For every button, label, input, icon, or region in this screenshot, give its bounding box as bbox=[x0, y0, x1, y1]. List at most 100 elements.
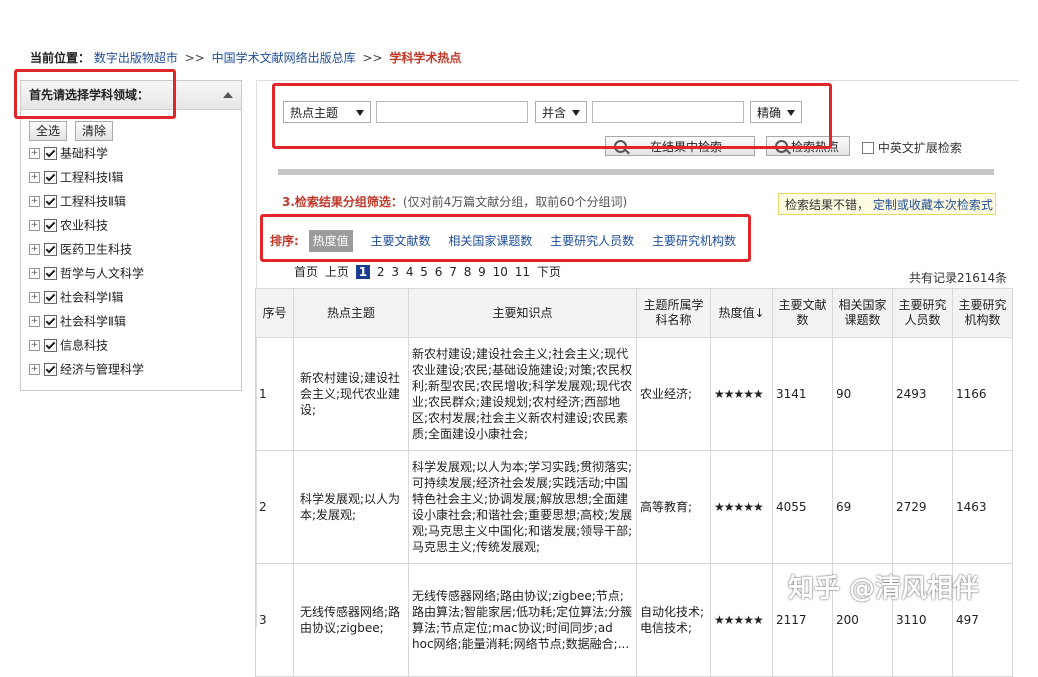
expand-plus-icon[interactable]: + bbox=[29, 316, 40, 327]
logic-select[interactable]: 并含 bbox=[535, 101, 587, 123]
header-heat[interactable]: 热度值↓ bbox=[710, 288, 773, 338]
subject-checkbox[interactable] bbox=[44, 363, 57, 376]
page-link[interactable]: 11 bbox=[515, 265, 530, 279]
cell-points: 科学发展观;以人为本;学习实践;贯彻落实;可持续发展;经济社会发展;实践活动;中… bbox=[408, 450, 637, 564]
expand-plus-icon[interactable]: + bbox=[29, 196, 40, 207]
expand-search-label: 中英文扩展检索 bbox=[877, 141, 962, 155]
breadcrumb-link-academic-library[interactable]: 中国学术文献网络出版总库 bbox=[212, 51, 356, 65]
header-points: 主要知识点 bbox=[408, 288, 637, 338]
expand-plus-icon[interactable]: + bbox=[29, 268, 40, 279]
dropdown-arrow-icon bbox=[572, 110, 580, 116]
sort-by-documents[interactable]: 主要文献数 bbox=[370, 230, 430, 252]
page-link[interactable]: 7 bbox=[449, 265, 457, 279]
search-input-1[interactable] bbox=[376, 101, 528, 123]
subject-item[interactable]: + 哲学与人文科学 bbox=[29, 261, 144, 285]
subject-checkbox[interactable] bbox=[44, 291, 57, 304]
page-link[interactable]: 2 bbox=[377, 265, 385, 279]
expand-search-checkbox[interactable] bbox=[862, 141, 874, 154]
sort-by-heat[interactable]: 热度值 bbox=[308, 230, 353, 252]
search-field-select[interactable]: 热点主题 bbox=[283, 101, 371, 123]
cell-no: 3 bbox=[255, 563, 294, 677]
subject-checkbox[interactable] bbox=[44, 219, 57, 232]
first-page-link[interactable]: 首页 bbox=[294, 265, 318, 279]
subject-item[interactable]: + 工程科技Ⅰ辑 bbox=[29, 165, 144, 189]
header-topic: 热点主题 bbox=[293, 288, 409, 338]
cell-subject: 农业经济; bbox=[636, 337, 711, 451]
expand-plus-icon[interactable]: + bbox=[29, 244, 40, 255]
next-page-link[interactable]: 下页 bbox=[537, 265, 561, 279]
subject-panel-header[interactable]: 首先请选择学科领域： bbox=[21, 81, 241, 110]
subject-item[interactable]: + 医药卫生科技 bbox=[29, 237, 144, 261]
cell-no: 1 bbox=[255, 337, 294, 451]
header-no: 序号 bbox=[255, 288, 294, 338]
expand-plus-icon[interactable]: + bbox=[29, 220, 40, 231]
subject-item[interactable]: + 工程科技Ⅱ辑 bbox=[29, 189, 144, 213]
subject-checkbox[interactable] bbox=[44, 243, 57, 256]
subject-panel: 首先请选择学科领域： 全选 清除 + 基础科学 + 工程科技Ⅰ辑 + 工程科技Ⅱ辑 +… bbox=[20, 80, 242, 391]
collapse-triangle-icon[interactable] bbox=[223, 92, 233, 98]
page-link[interactable]: 8 bbox=[464, 265, 472, 279]
subject-checkbox[interactable] bbox=[44, 195, 57, 208]
subject-checkbox[interactable] bbox=[44, 171, 57, 184]
subject-checkbox[interactable] bbox=[44, 315, 57, 328]
horizontal-scrollbar[interactable] bbox=[278, 169, 994, 175]
expand-plus-icon[interactable]: + bbox=[29, 292, 40, 303]
page-link[interactable]: 3 bbox=[391, 265, 399, 279]
cell-topic-link[interactable]: 新农村建设;建设社会主义;现代农业建设; bbox=[293, 337, 409, 451]
dropdown-arrow-icon bbox=[356, 110, 364, 116]
sort-by-researchers[interactable]: 主要研究人员数 bbox=[550, 230, 634, 252]
watermark: 知乎 @清风相伴 bbox=[788, 574, 980, 604]
header-researchers: 主要研究人员数 bbox=[892, 288, 953, 338]
sort-bar: 排序: 热度值 主要文献数 相关国家课题数 主要研究人员数 主要研究机构数 bbox=[270, 230, 750, 252]
page-link[interactable]: 4 bbox=[406, 265, 414, 279]
cell-topic-link[interactable]: 科学发展观;以人为本;发展观; bbox=[293, 450, 409, 564]
expand-plus-icon[interactable]: + bbox=[29, 364, 40, 375]
subject-checkbox[interactable] bbox=[44, 267, 57, 280]
page-link[interactable]: 6 bbox=[435, 265, 443, 279]
header-subject: 主题所属学科名称 bbox=[636, 288, 711, 338]
group-filter-heading: 3.检索结果分组筛选： bbox=[282, 195, 403, 209]
subject-checkbox[interactable] bbox=[44, 147, 57, 160]
search-in-results-button[interactable]: 在结果中检索 bbox=[605, 136, 755, 156]
expand-search-option[interactable]: 中英文扩展检索 bbox=[862, 139, 962, 156]
subject-item[interactable]: + 信息科技 bbox=[29, 333, 144, 357]
custom-search-link[interactable]: 定制或收藏本次检索式 bbox=[873, 198, 993, 212]
subject-item[interactable]: + 社会科学Ⅰ辑 bbox=[29, 285, 144, 309]
page-link[interactable]: 10 bbox=[493, 265, 508, 279]
header-projects: 相关国家课题数 bbox=[832, 288, 893, 338]
page-link[interactable]: 5 bbox=[420, 265, 428, 279]
cell-subject: 自动化技术;电信技术; bbox=[636, 563, 711, 677]
cell-subject: 高等教育; bbox=[636, 450, 711, 564]
subject-item[interactable]: + 经济与管理科学 bbox=[29, 357, 144, 381]
clear-button[interactable]: 清除 bbox=[75, 121, 114, 141]
select-all-button[interactable]: 全选 bbox=[29, 121, 68, 141]
sort-by-institutions[interactable]: 主要研究机构数 bbox=[652, 230, 736, 252]
subject-item[interactable]: + 基础科学 bbox=[29, 141, 144, 165]
prev-page-link[interactable]: 上页 bbox=[325, 265, 349, 279]
match-mode-value: 精确 bbox=[757, 106, 782, 120]
page-link[interactable]: 9 bbox=[478, 265, 486, 279]
cell-projects: 90 bbox=[832, 337, 893, 451]
expand-plus-icon[interactable]: + bbox=[29, 172, 40, 183]
cell-topic-link[interactable]: 无线传感器网络;路由协议;zigbee; bbox=[293, 563, 409, 677]
breadcrumb-separator: >> bbox=[184, 51, 205, 65]
subject-label: 社会科学Ⅱ辑 bbox=[60, 314, 126, 329]
subject-panel-title: 首先请选择学科领域： bbox=[29, 88, 150, 102]
subject-checkbox[interactable] bbox=[44, 339, 57, 352]
subject-list: + 基础科学 + 工程科技Ⅰ辑 + 工程科技Ⅱ辑 + 农业科技 + 医药卫生科技 + 哲学与… bbox=[29, 141, 144, 381]
subject-label: 哲学与人文科学 bbox=[60, 266, 145, 281]
expand-plus-icon[interactable]: + bbox=[29, 340, 40, 351]
subject-item[interactable]: + 社会科学Ⅱ辑 bbox=[29, 309, 144, 333]
cell-points: 无线传感器网络;路由协议;zigbee;节点;路由算法;智能家居;低功耗;定位算… bbox=[408, 563, 637, 677]
search-hot-label: 检索热点 bbox=[791, 140, 840, 154]
total-records: 共有记录21614条 bbox=[909, 271, 1008, 285]
sort-by-projects[interactable]: 相关国家课题数 bbox=[448, 230, 532, 252]
search-input-2[interactable] bbox=[592, 101, 744, 123]
breadcrumb-link-digital-store[interactable]: 数字出版物超市 bbox=[94, 51, 178, 65]
subject-item[interactable]: + 农业科技 bbox=[29, 213, 144, 237]
search-hot-button[interactable]: 检索热点 bbox=[766, 136, 850, 156]
expand-plus-icon[interactable]: + bbox=[29, 148, 40, 159]
match-mode-select[interactable]: 精确 bbox=[750, 101, 802, 123]
magnifier-icon bbox=[775, 140, 788, 153]
cell-researchers: 2729 bbox=[892, 450, 953, 564]
